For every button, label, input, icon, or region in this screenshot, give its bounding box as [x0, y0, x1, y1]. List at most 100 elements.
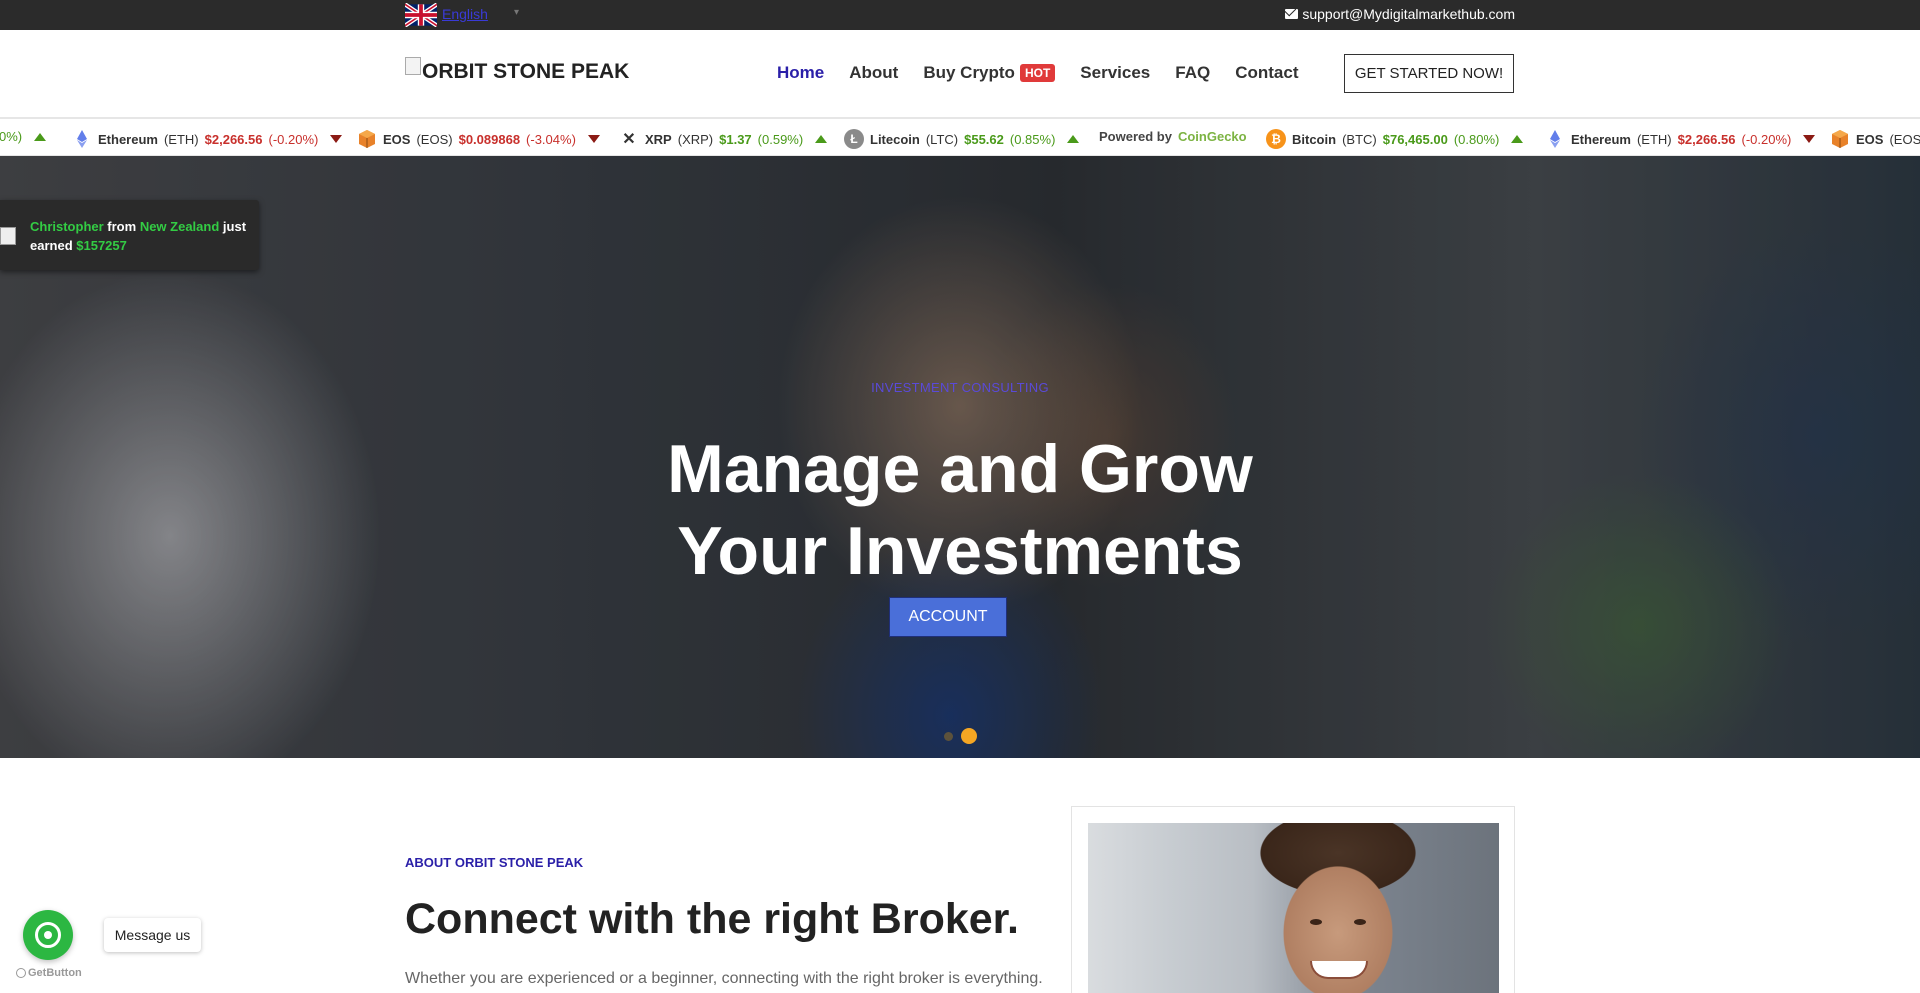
ticker-price: $55.62 [964, 131, 1004, 147]
photo-detail [1310, 919, 1322, 925]
hero-title: Manage and Grow Your Investments [0, 428, 1920, 592]
ticker-symbol: (XRP) [677, 131, 714, 147]
ticker-item[interactable]: ✕ XRP (XRP) $1.37 (0.59%) [619, 129, 828, 149]
trend-up-icon [1511, 135, 1524, 143]
ticker-symbol: (ETH) [1636, 131, 1672, 147]
litecoin-icon: Ł [844, 129, 864, 149]
about-heading: Connect with the right Broker. [405, 895, 1019, 943]
ticker-change: (0.59%) [757, 131, 804, 147]
nav-buy-crypto-label[interactable]: Buy Crypto [923, 63, 1015, 83]
support-email[interactable]: support@Mydigitalmarkethub.com [1285, 6, 1515, 22]
eos-icon [359, 130, 375, 148]
ticker-name: EOS [1856, 131, 1884, 147]
language-selector[interactable]: English [442, 6, 488, 22]
ticker-symbol: (LTC) [925, 131, 959, 147]
ticker-name: EOS [383, 131, 411, 147]
ticker-name: XRP [645, 131, 672, 147]
hero-subtitle: INVESTMENT CONSULTING [871, 380, 1049, 395]
ticker-item[interactable]: EOS (EOS [1830, 129, 1920, 149]
trend-down-icon [587, 135, 600, 143]
nav-buy-crypto[interactable]: Buy Crypto HOT [923, 63, 1056, 83]
getbutton-text[interactable]: GetButton [28, 967, 82, 979]
bitcoin-icon: ₿ [1266, 129, 1286, 149]
getbutton-branding[interactable]: GetButton [16, 967, 82, 979]
coingecko-link[interactable]: CoinGecko [1178, 129, 1247, 144]
ticker-price: $2,266.56 [204, 131, 263, 147]
whatsapp-icon [35, 922, 61, 948]
ticker-change: (0.80%) [1453, 131, 1500, 147]
notification-country: New Zealand [139, 219, 220, 234]
logo-text[interactable]: ORBIT STONE PEAK [422, 60, 629, 84]
notification-just: just [222, 219, 247, 234]
about-photo-card [1071, 806, 1515, 993]
hero-title-line-1: Manage and Grow [667, 431, 1253, 507]
ticker-name: Litecoin [870, 131, 920, 147]
slider-dots [944, 728, 977, 744]
photo-detail [1354, 919, 1366, 925]
envelope-icon [1285, 9, 1299, 19]
nav-home[interactable]: Home [777, 63, 824, 83]
ticker-change: (0.85%) [1009, 131, 1056, 147]
ticker-change: (-0.20%) [1741, 131, 1792, 147]
uk-flag-icon[interactable] [405, 3, 437, 27]
site-header: ORBIT STONE PEAK Home About Buy Crypto H… [0, 30, 1920, 118]
ticker-item[interactable]: EOS (EOS) $0.089868 (-3.04%) [357, 129, 600, 149]
ticker-item[interactable]: Ethereum (ETH) $2,266.56 (-0.20%) [72, 129, 343, 149]
nav-about[interactable]: About [849, 63, 898, 83]
xrp-icon: ✕ [622, 131, 636, 148]
nav-services[interactable]: Services [1080, 63, 1150, 83]
support-email-text[interactable]: support@Mydigitalmarkethub.com [1302, 6, 1515, 22]
ticker-price: $1.37 [719, 131, 752, 147]
ticker-symbol: (EOS [1889, 131, 1920, 147]
slider-dot[interactable] [944, 731, 953, 741]
ticker-price: $76,465.00 [1382, 131, 1448, 147]
top-bar: English ▾ support@Mydigitalmarkethub.com [0, 0, 1920, 30]
get-started-button[interactable]: GET STARTED NOW! [1344, 54, 1514, 93]
nav-contact[interactable]: Contact [1235, 63, 1298, 83]
language-dropdown-icon[interactable]: ▾ [514, 7, 519, 18]
slider-dot-active[interactable] [961, 728, 977, 744]
account-button[interactable]: ACCOUNT [889, 597, 1007, 637]
ticker-symbol: (BTC) [1342, 131, 1377, 147]
trend-down-icon [330, 135, 343, 143]
ticker-change: 0%) [0, 129, 23, 144]
ticker-price: $0.089868 [458, 131, 521, 147]
ticker-item[interactable]: Ethereum (ETH) $2,266.56 (-0.20%) [1545, 129, 1816, 149]
trend-down-icon [1803, 135, 1816, 143]
ticker-name: Ethereum [1571, 131, 1631, 147]
trend-up-icon [1067, 135, 1080, 143]
notification-earned: earned [30, 238, 73, 253]
hot-badge: HOT [1019, 64, 1056, 82]
notification-from: from [107, 219, 137, 234]
ticker-item[interactable]: ₿ Bitcoin (BTC) $76,465.00 (0.80%) [1266, 129, 1524, 149]
ticker-change: (-3.04%) [526, 131, 576, 147]
whatsapp-button[interactable] [23, 910, 73, 960]
broker-photo [1088, 823, 1499, 993]
ticker-price: $2,266.56 [1677, 131, 1736, 147]
ticker-change: (-0.20%) [268, 131, 319, 147]
notification-text: Christopher from New Zealand just earned… [30, 217, 255, 255]
photo-detail [1310, 961, 1368, 979]
site-logo[interactable]: ORBIT STONE PEAK [405, 57, 629, 84]
ticker-name: Bitcoin [1292, 131, 1337, 147]
ticker-name: Ethereum [98, 131, 158, 147]
powered-by-label: Powered by [1099, 129, 1172, 144]
message-us-label[interactable]: Message us [104, 918, 201, 952]
main-nav: Home About Buy Crypto HOT Services FAQ C… [777, 63, 1298, 83]
earnings-notification[interactable]: Christopher from New Zealand just earned… [0, 200, 259, 270]
ticker-symbol: (ETH) [163, 131, 199, 147]
ticker-item[interactable]: 0%) [0, 129, 47, 144]
ticker-item[interactable]: Ł Litecoin (LTC) $55.62 (0.85%) [844, 129, 1080, 149]
hero-title-line-2: Your Investments [677, 513, 1243, 589]
powered-by-coingecko[interactable]: Powered by CoinGecko [1099, 129, 1247, 144]
ticker-symbol: (EOS) [416, 131, 453, 147]
about-paragraph: Whether you are experienced or a beginne… [405, 970, 1043, 987]
trend-up-icon [815, 135, 828, 143]
trend-up-icon [34, 132, 47, 141]
hero-slider: INVESTMENT CONSULTING Manage and Grow Yo… [0, 156, 1920, 758]
ethereum-icon [77, 130, 87, 148]
broken-image-icon [405, 57, 421, 75]
broken-image-icon [0, 227, 16, 245]
getbutton-icon [16, 968, 26, 978]
nav-faq[interactable]: FAQ [1175, 63, 1210, 83]
